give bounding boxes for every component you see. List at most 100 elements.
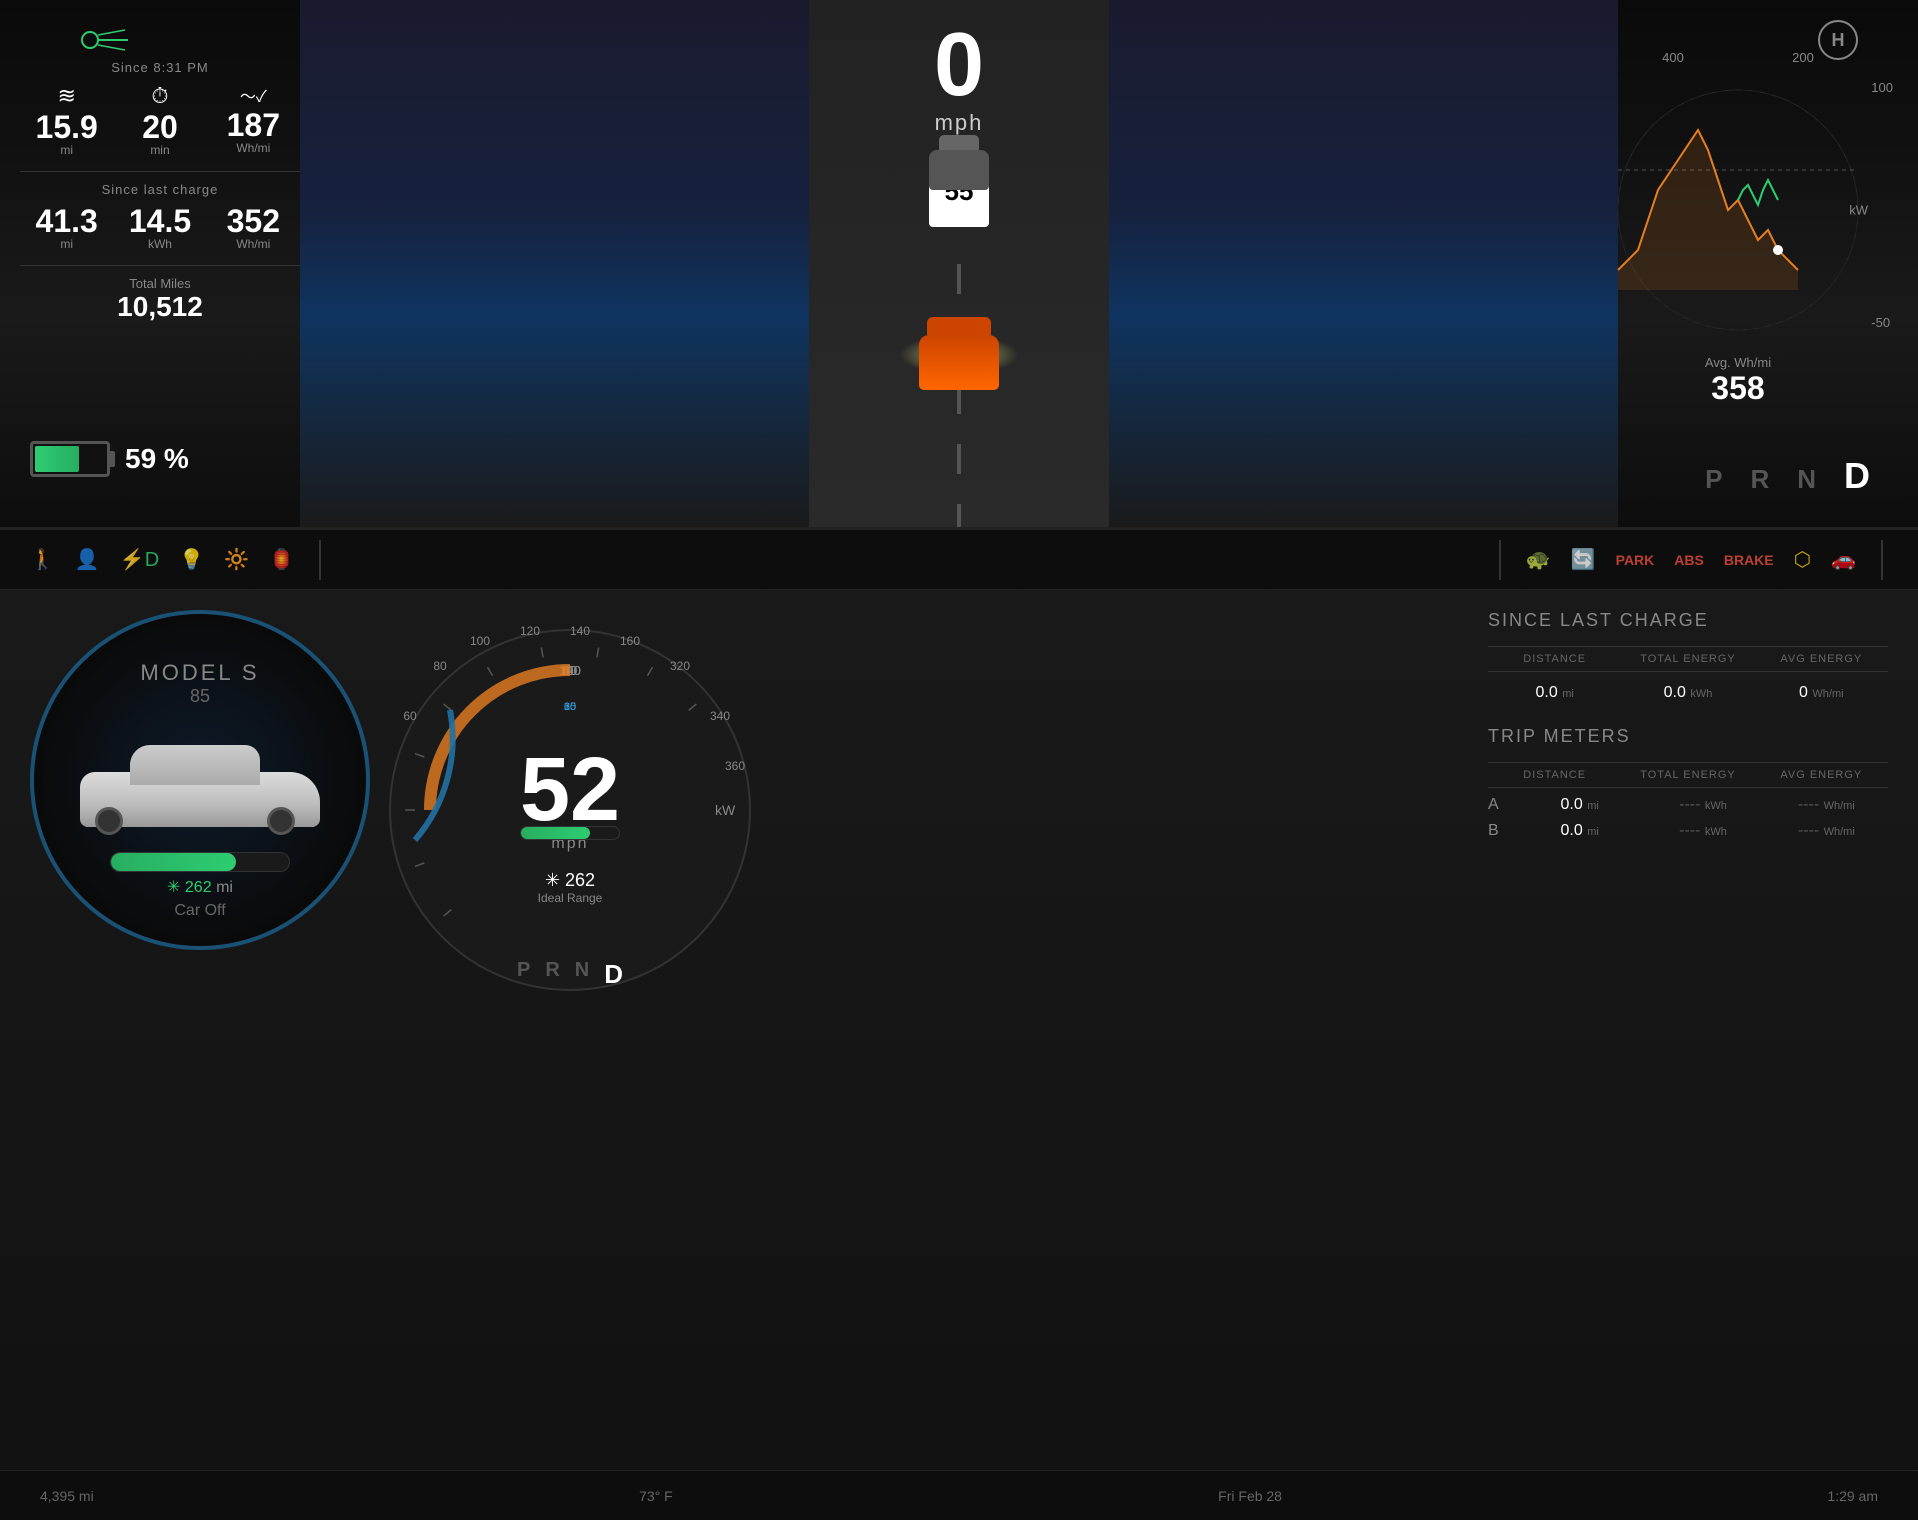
- divider-2: [20, 265, 300, 266]
- bottom-date: Fri Feb 28: [1218, 1488, 1282, 1504]
- stat-time-unit: min: [113, 143, 206, 157]
- bottom-temp: 73° F: [639, 1488, 673, 1504]
- avg-wh-label: Avg. Wh/mi: [1578, 355, 1898, 370]
- speedo-range-label: Ideal Range: [538, 891, 603, 905]
- avg-wh-value: 358: [1578, 370, 1898, 407]
- trip-a-cells: 0.0 mi ---- kWh ---- Wh/mi: [1518, 796, 1888, 814]
- car-off-text: Car Off: [174, 902, 225, 920]
- model-name: MODEL S: [140, 660, 259, 686]
- bottom-info-bar: 4,395 mi 73° F Fri Feb 28 1:29 am: [0, 1470, 1918, 1520]
- svg-text:140: 140: [570, 624, 590, 638]
- battery-bar-speedo: [520, 826, 620, 840]
- svg-text:80: 80: [433, 659, 447, 673]
- trip-a-avg: ---- Wh/mi: [1765, 796, 1888, 814]
- range-bar-container: [110, 852, 290, 872]
- gear-d-active: D: [1844, 455, 1878, 497]
- left-stats-panel: Since 8:31 PM ≋ 15.9 mi ⏱ 20 min 〜✓ 187 …: [20, 60, 300, 323]
- charge-energy-unit: kWh: [113, 237, 206, 251]
- charge-efficiency-unit: Wh/mi: [207, 237, 300, 251]
- warn-icon-brake: BRAKE: [1724, 552, 1774, 568]
- total-miles-value: 10,512: [20, 291, 300, 323]
- efficiency-icon: 〜✓: [207, 83, 300, 107]
- charge-distance: 41.3 mi: [20, 205, 113, 251]
- bottom-mileage: 4,395 mi: [40, 1488, 94, 1504]
- gear-bar-bottom: P R N D: [517, 959, 623, 990]
- charge-unit-energy: kWh: [1690, 688, 1712, 700]
- col-distance: DISTANCE: [1488, 653, 1621, 665]
- gear-b-d: D: [604, 959, 623, 990]
- total-miles: Total Miles 10,512: [20, 276, 300, 323]
- model-number: 85: [190, 686, 210, 707]
- charge-val-avg: 0 Wh/mi: [1755, 684, 1888, 702]
- warning-bar: 🚶 👤 ⚡D 💡 🔆 🏮 🐢 🔄 PARK ABS BRAKE ⬡ 🚗: [0, 530, 1918, 590]
- svg-text:60: 60: [403, 709, 417, 723]
- tesla-roof: [130, 745, 260, 785]
- col-total-energy: TOTAL ENERGY: [1621, 653, 1754, 665]
- charge-val-energy: 0.0 kWh: [1621, 684, 1754, 702]
- charge-efficiency-value: 352: [207, 205, 300, 237]
- chart-label-400: 400: [1662, 50, 1684, 65]
- trip-col-avg-energy: AVG ENERGY: [1755, 769, 1888, 781]
- since-charge-table: DISTANCE TOTAL ENERGY AVG ENERGY 0.0 mi …: [1488, 646, 1888, 706]
- trip-col-total-energy: TOTAL ENERGY: [1621, 769, 1754, 781]
- gear-b-r: R: [545, 959, 559, 990]
- speedo-number: 52: [520, 745, 620, 835]
- tesla-wheel-front: [267, 807, 295, 835]
- chart-labels-top: 400 200: [1578, 50, 1898, 65]
- warn-separator-1: [319, 540, 321, 580]
- tesla-wheel-rear: [95, 807, 123, 835]
- warn-icon-seatbelt: 🚶: [30, 547, 55, 572]
- gear-n: N: [1797, 464, 1824, 495]
- trip-b-avg: ---- Wh/mi: [1765, 822, 1888, 840]
- since-charge-label: Since last charge: [20, 182, 300, 197]
- trip-meters-section: TRIP METERS DISTANCE TOTAL ENERGY AVG EN…: [1488, 726, 1888, 840]
- warn-icon-abs: ABS: [1674, 552, 1704, 568]
- charge-efficiency: 352 Wh/mi: [207, 205, 300, 251]
- stat-efficiency-value: 187: [207, 109, 300, 141]
- trip-col-distance: DISTANCE: [1488, 769, 1621, 781]
- speedo-range: ✳ 262 Ideal Range: [538, 870, 603, 905]
- range-value: 262: [185, 879, 212, 896]
- lights-icon: [80, 25, 130, 63]
- warn-icon-turtle: 🐢: [1526, 547, 1551, 572]
- warn-icon-park: PARK: [1616, 552, 1655, 568]
- energy-chart: 400 200 kW 100 -50: [1578, 50, 1898, 430]
- gear-selector: P R N D: [1705, 455, 1878, 497]
- trip-meters-table: DISTANCE TOTAL ENERGY AVG ENERGY A 0.0 m…: [1488, 762, 1888, 840]
- speedo-range-value: ✳ 262: [538, 870, 603, 891]
- charge-distance-unit: mi: [20, 237, 113, 251]
- since-label: Since 8:31 PM: [20, 60, 300, 75]
- warn-icon-stability: 🚗: [1831, 547, 1856, 572]
- range-icon: ✳: [167, 879, 185, 896]
- trip-headers: DISTANCE TOTAL ENERGY AVG ENERGY: [1488, 762, 1888, 788]
- distance-icon: ≋: [20, 83, 113, 109]
- charge-energy: 14.5 kWh: [113, 205, 206, 251]
- stat-efficiency-unit: Wh/mi: [207, 141, 300, 155]
- trip-row-a: A 0.0 mi ---- kWh ---- Wh/mi: [1488, 796, 1888, 814]
- gear-b-n: N: [575, 959, 589, 990]
- chart-label-200: 200: [1792, 50, 1814, 65]
- car-visualization: [859, 130, 1059, 410]
- car-image-area: [70, 717, 330, 837]
- kw-label: kW: [1849, 203, 1868, 218]
- right-stats-panel: SINCE LAST CHARGE DISTANCE TOTAL ENERGY …: [1488, 610, 1888, 860]
- battery-section: 59 %: [30, 441, 189, 477]
- since-stats-row: ≋ 15.9 mi ⏱ 20 min 〜✓ 187 Wh/mi: [20, 83, 300, 157]
- trip-a-label: A: [1488, 796, 1518, 814]
- chart-label-neg50: -50: [1871, 315, 1893, 330]
- svg-text:320: 320: [670, 659, 690, 673]
- speed-display: 0 mph: [934, 20, 984, 136]
- warn-separator-3: [1881, 540, 1883, 580]
- battery-icon: [30, 441, 110, 477]
- trip-b-energy: ---- kWh: [1641, 822, 1764, 840]
- trip-row-b: B 0.0 mi ---- kWh ---- Wh/mi: [1488, 822, 1888, 840]
- gear-b-p: P: [517, 959, 530, 990]
- warn-icon-tpms: ⬡: [1794, 547, 1811, 572]
- warn-icon-light1: 💡: [179, 547, 204, 572]
- stat-distance: ≋ 15.9 mi: [20, 83, 113, 157]
- stat-distance-unit: mi: [20, 143, 113, 157]
- chart-svg: [1598, 70, 1878, 350]
- bottom-time: 1:29 am: [1827, 1488, 1878, 1504]
- charge-distance-value: 41.3: [20, 205, 113, 237]
- total-miles-label: Total Miles: [20, 276, 300, 291]
